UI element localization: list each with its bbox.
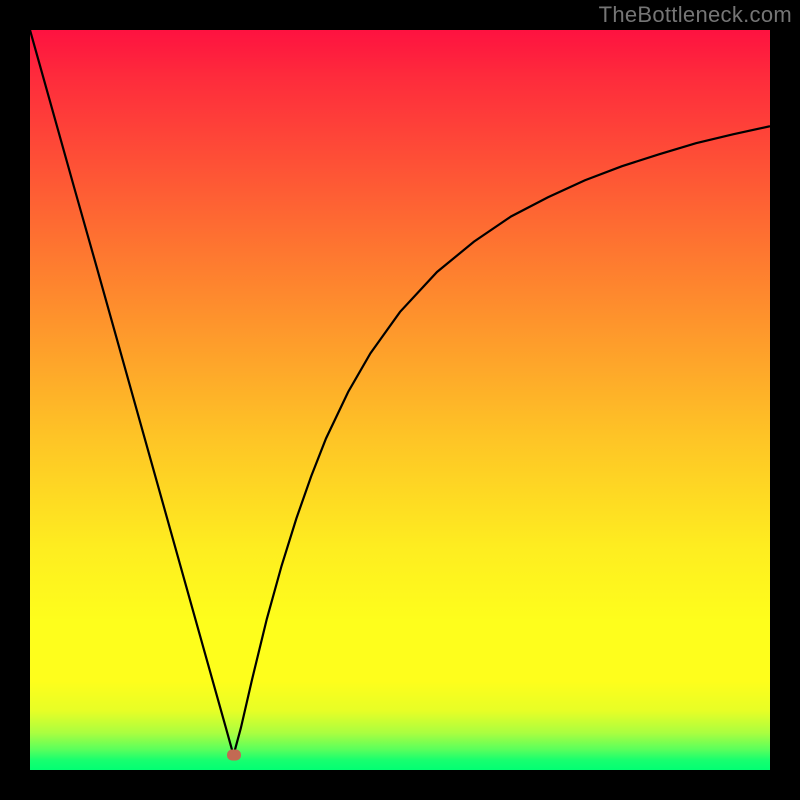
- bottleneck-curve: [30, 30, 770, 770]
- watermark-text: TheBottleneck.com: [599, 2, 792, 28]
- plot-area: [30, 30, 770, 770]
- optimal-point-marker: [227, 750, 241, 761]
